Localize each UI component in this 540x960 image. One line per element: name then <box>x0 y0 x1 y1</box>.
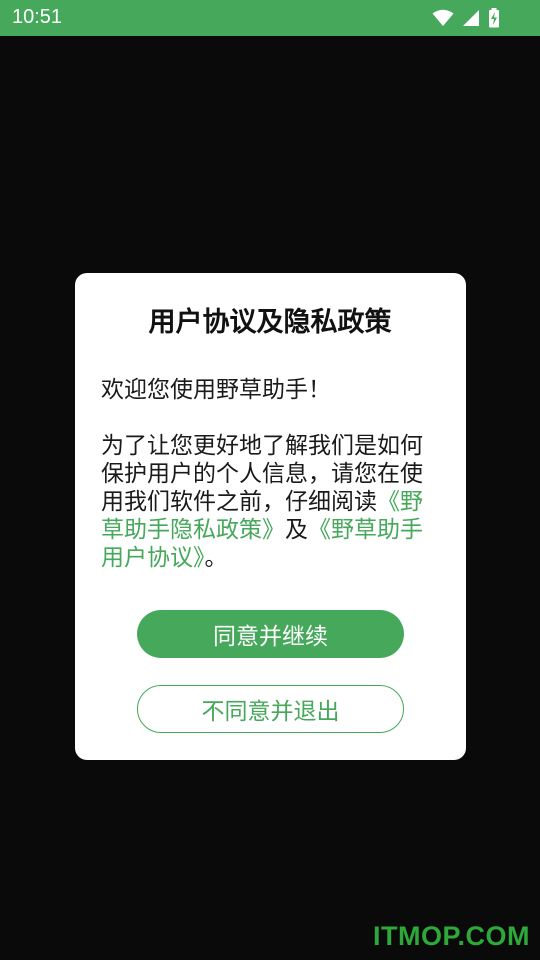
battery-charging-icon <box>488 8 500 28</box>
status-icons <box>432 7 500 29</box>
policy-paragraph: 为了让您更好地了解我们是如何保护用户的个人信息，请您在使用我们软件之前，仔细阅读… <box>101 432 441 572</box>
policy-text-3: 。 <box>204 545 228 571</box>
welcome-text: 欢迎您使用野草助手！ <box>101 377 331 403</box>
agree-continue-button[interactable]: 同意并继续 <box>137 610 404 658</box>
dialog-body: 欢迎您使用野草助手！ 为了让您更好地了解我们是如何保护用户的个人信息，请您在使用… <box>101 376 441 572</box>
policy-text-2: 及 <box>285 517 308 543</box>
wifi-icon <box>432 9 454 27</box>
dialog-title: 用户协议及隐私政策 <box>148 307 392 338</box>
cell-signal-icon <box>462 9 480 27</box>
watermark: ITMOP.COM <box>372 921 530 951</box>
status-time: 10:51 <box>12 6 63 28</box>
status-bar: 10:51 <box>0 0 540 36</box>
policy-text-1: 为了让您更好地了解我们是如何保护用户的个人信息，请您在使用我们软件之前，仔细阅读 <box>101 433 423 515</box>
decline-exit-button[interactable]: 不同意并退出 <box>137 685 404 733</box>
